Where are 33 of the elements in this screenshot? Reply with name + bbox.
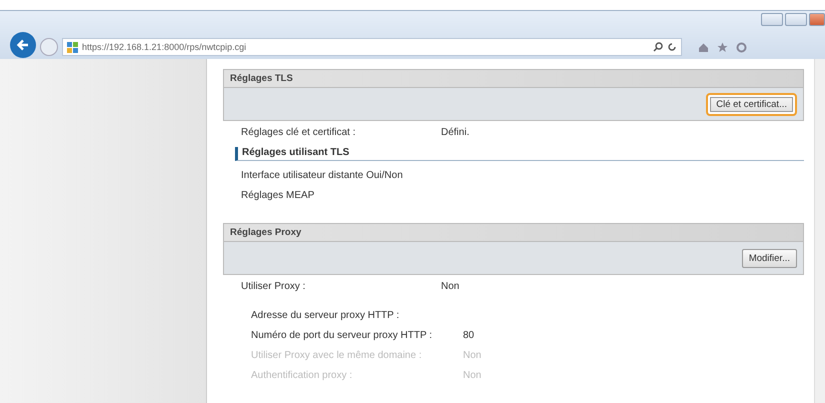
setting-label: Utiliser Proxy : [241, 281, 306, 292]
setting-label: Utiliser Proxy avec le même domaine : [251, 350, 423, 361]
settings-icon[interactable] [736, 42, 747, 52]
setting-label: Authentification proxy : [251, 370, 354, 381]
section-button[interactable]: Clé et certificat... [706, 92, 797, 116]
back-button[interactable] [10, 32, 36, 58]
scrollbar[interactable] [814, 59, 825, 403]
url-text: https://192.168.1.21:8000/rps/nwtcpip.cgi [82, 42, 248, 52]
section-button[interactable]: Modifier... [742, 248, 797, 268]
close-icon[interactable] [809, 13, 825, 26]
setting-value: Défini. [441, 127, 470, 138]
setting-value: Non [441, 281, 460, 292]
setting-label: Adresse du serveur proxy HTTP : [251, 310, 400, 321]
settings-link[interactable]: Réglages MEAP [241, 190, 804, 201]
search-icon[interactable] [653, 42, 663, 52]
subsection-heading: Réglages utilisant TLS [235, 147, 804, 161]
section-title: Réglages Proxy [223, 223, 804, 242]
setting-value: Non [463, 370, 482, 381]
refresh-icon[interactable] [667, 42, 677, 52]
setting-value: 80 [463, 330, 474, 341]
forward-button[interactable] [40, 38, 58, 56]
star-icon[interactable] [717, 42, 728, 52]
site-icon [67, 42, 78, 52]
minimize-icon[interactable] [761, 13, 783, 26]
maximize-icon[interactable] [785, 13, 807, 26]
address-field[interactable]: https://192.168.1.21:8000/rps/nwtcpip.cgi [62, 38, 682, 56]
settings-link[interactable]: Interface utilisateur distante Oui/Non [241, 170, 804, 181]
setting-value: Non [463, 350, 482, 361]
section-title: Réglages TLS [223, 69, 804, 88]
setting-label: Numéro de port du serveur proxy HTTP : [251, 330, 433, 341]
setting-label: Réglages clé et certificat : [241, 127, 356, 138]
home-icon[interactable] [698, 42, 709, 52]
back-arrow-icon [16, 38, 30, 52]
